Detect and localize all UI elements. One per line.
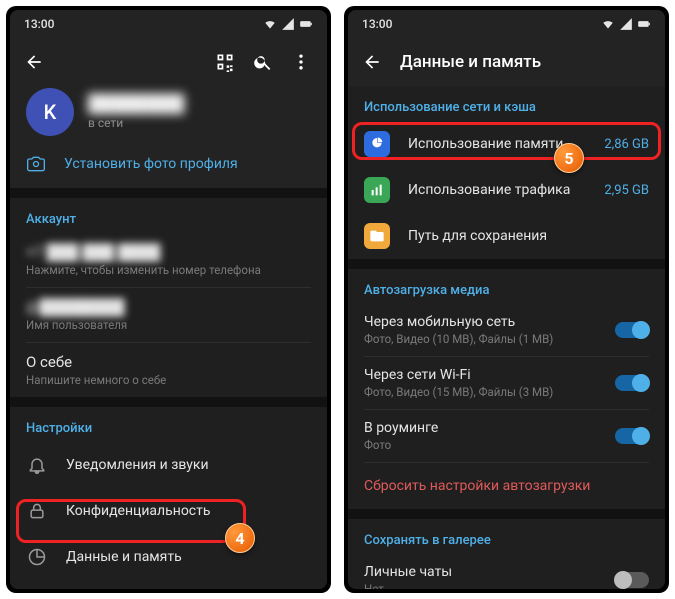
topbar-right: Данные и память: [348, 38, 665, 86]
status-icons: [601, 17, 651, 31]
topbar-left: [10, 38, 327, 86]
settings-head: Настройки: [10, 407, 327, 442]
arrow-left-icon: [362, 52, 382, 72]
network-label: Использование трафика: [408, 182, 586, 198]
wifi-sub: Фото, Видео (15 MB), Файлы (3 MB): [364, 385, 597, 399]
signal-icon: [281, 17, 295, 31]
search-button[interactable]: [247, 46, 279, 78]
profile-name: ████████: [88, 94, 184, 114]
savepath-row[interactable]: Путь для сохранения: [348, 213, 665, 259]
badge-4: 4: [225, 523, 255, 553]
roaming-toggle[interactable]: [615, 428, 649, 444]
roaming-label: В роуминге: [364, 420, 597, 436]
page-title: Данные и память: [400, 52, 655, 72]
status-bar-right: 13:00: [348, 10, 665, 38]
qr-icon: [215, 52, 235, 72]
wifi-toggle[interactable]: [615, 375, 649, 391]
wifi-icon: [601, 17, 615, 31]
gallery-head: Сохранять в галерее: [348, 519, 665, 554]
item-label: Данные и память: [66, 549, 311, 565]
reset-label: Сбросить настройки автозагрузки: [364, 478, 649, 494]
folder-icon: [364, 223, 390, 249]
back-button[interactable]: [20, 48, 48, 76]
lock-icon: [27, 501, 47, 521]
storage-value: 2,86 GB: [604, 137, 649, 152]
phone-hint: Нажмите, чтобы изменить номер телефона: [26, 263, 311, 277]
search-icon: [253, 52, 273, 72]
item-label: Конфиденциальность: [66, 503, 311, 519]
set-photo-label: Установить фото профиля: [64, 156, 238, 172]
username-hint: Имя пользователя: [26, 318, 311, 332]
roaming-row[interactable]: В роуминге Фото: [348, 410, 665, 462]
mobile-toggle[interactable]: [615, 322, 649, 338]
mobile-data-row[interactable]: Через мобильную сеть Фото, Видео (10 MB)…: [348, 304, 665, 356]
phone-value: +7 ███ ███ ████: [26, 243, 311, 261]
signal-icon: [619, 17, 633, 31]
settings-privacy[interactable]: Конфиденциальность: [10, 488, 327, 534]
status-icons: [263, 17, 313, 31]
set-photo-button[interactable]: Установить фото профиля: [26, 154, 311, 174]
private-chats-row[interactable]: Личные чаты Нет: [348, 554, 665, 589]
status-time: 13:00: [362, 17, 392, 31]
database-icon: [364, 131, 390, 157]
settings-notifications[interactable]: Уведомления и звуки: [10, 442, 327, 488]
bell-icon: [27, 455, 47, 475]
wifi-row[interactable]: Через сети Wi-Fi Фото, Видео (15 MB), Фа…: [348, 357, 665, 409]
autodl-head: Автозагрузка медиа: [348, 269, 665, 304]
battery-icon: [637, 17, 651, 31]
wifi-label: Через сети Wi-Fi: [364, 367, 597, 383]
account-head: Аккаунт: [10, 198, 327, 233]
battery-icon: [299, 17, 313, 31]
account-section: Аккаунт +7 ███ ███ ████ Нажмите, чтобы и…: [10, 198, 327, 397]
chart-icon: [364, 177, 390, 203]
usage-head: Использование сети и кэша: [348, 86, 665, 121]
mobile-sub: Фото, Видео (10 MB), Файлы (1 MB): [364, 332, 597, 346]
arrow-left-icon: [24, 52, 44, 72]
settings-chats[interactable]: Настройки чатов: [10, 580, 327, 589]
status-time: 13:00: [24, 17, 54, 31]
more-vert-icon: [291, 52, 311, 72]
private-toggle[interactable]: [615, 572, 649, 588]
usage-section: Использование сети и кэша Использование …: [348, 86, 665, 259]
network-value: 2,95 GB: [604, 183, 649, 198]
avatar[interactable]: K: [26, 88, 74, 136]
pie-chart-icon: [27, 547, 47, 567]
back-button[interactable]: [358, 48, 386, 76]
bio-label: О себе: [26, 353, 311, 371]
phone-row[interactable]: +7 ███ ███ ████ Нажмите, чтобы изменить …: [10, 233, 327, 287]
wifi-icon: [263, 17, 277, 31]
private-sub: Нет: [364, 582, 597, 589]
username-value: @████████: [26, 298, 311, 316]
settings-section: Настройки Уведомления и звуки Конфиденци…: [10, 407, 327, 589]
profile-block: K ████████ в сети Установить фото профил…: [10, 86, 327, 188]
bio-row[interactable]: О себе Напишите немного о себе: [10, 343, 327, 397]
more-button[interactable]: [285, 46, 317, 78]
camera-icon: [26, 154, 46, 174]
username-row[interactable]: @████████ Имя пользователя: [10, 288, 327, 342]
bio-hint: Напишите немного о себе: [26, 373, 311, 387]
status-bar-left: 13:00: [10, 10, 327, 38]
gallery-section: Сохранять в галерее Личные чаты Нет Груп…: [348, 519, 665, 589]
autodownload-section: Автозагрузка медиа Через мобильную сеть …: [348, 269, 665, 509]
private-label: Личные чаты: [364, 564, 597, 580]
item-label: Уведомления и звуки: [66, 457, 311, 473]
storage-usage-row[interactable]: Использование памяти 2,86 GB: [348, 121, 665, 167]
reset-autodl-row[interactable]: Сбросить настройки автозагрузки: [348, 463, 665, 509]
network-usage-row[interactable]: Использование трафика 2,95 GB: [348, 167, 665, 213]
mobile-label: Через мобильную сеть: [364, 314, 597, 330]
badge-5: 5: [554, 143, 584, 173]
qr-button[interactable]: [209, 46, 241, 78]
settings-data[interactable]: Данные и память: [10, 534, 327, 580]
roaming-sub: Фото: [364, 438, 597, 452]
profile-status: в сети: [88, 116, 184, 130]
savepath-label: Путь для сохранения: [408, 228, 649, 244]
